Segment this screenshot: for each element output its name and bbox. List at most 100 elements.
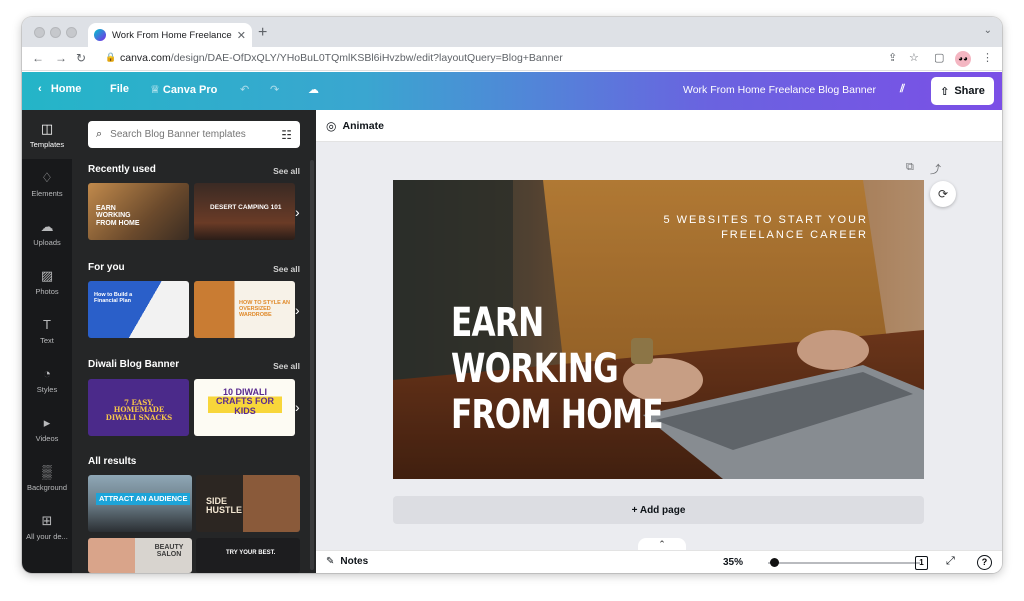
cloud-saved-icon[interactable]: ☁ <box>308 83 319 96</box>
template-thumb-financial[interactable]: How to Build a Financial Plan <box>88 281 189 338</box>
close-tab-icon[interactable]: ✕ <box>237 29 246 42</box>
template-thumb-try[interactable]: TRY YOUR BEST. <box>196 538 300 573</box>
uploads-icon: ☁ <box>40 218 54 234</box>
rail-item-uploads[interactable]: ☁ Uploads <box>22 208 72 257</box>
rail-item-text[interactable]: T Text <box>22 306 72 355</box>
tab-title: Work From Home Freelance Bl… <box>112 29 233 41</box>
template-thumb-snacks[interactable]: 7 EASY, HOMEMADE DIWALI SNACKS <box>88 379 189 436</box>
share-button[interactable]: ⇧ Share <box>931 77 994 105</box>
redo-icon[interactable]: ↷ <box>270 83 279 96</box>
search-icon: ⌕ <box>96 128 103 140</box>
rail-item-label: Uploads <box>33 237 61 247</box>
close-window-button[interactable] <box>34 27 45 38</box>
browser-window: Work From Home Freelance Bl… ✕ + ⌄ ← → ↻… <box>22 17 1002 573</box>
reload-icon[interactable]: ↻ <box>76 51 86 65</box>
duplicate-page-icon[interactable]: ⧉ <box>906 161 914 174</box>
background-icon: ▒ <box>42 463 52 479</box>
back-home-button[interactable]: ‹ Home <box>38 83 81 95</box>
zoom-slider[interactable] <box>768 558 920 567</box>
see-all-for-you[interactable]: See all <box>273 264 300 274</box>
context-toolbar: ◎ Animate <box>316 110 1002 142</box>
filter-icon[interactable]: ☷ <box>281 128 292 142</box>
notes-icon: ✎ <box>326 556 335 567</box>
template-thumb-salon[interactable]: BEAUTY SALON <box>88 538 192 573</box>
rail-item-all-your-de[interactable]: ⊞ All your de... <box>22 502 72 551</box>
lock-icon[interactable]: 🔒 <box>105 52 116 63</box>
rail-item-label: Styles <box>36 384 58 394</box>
chevron-right-icon[interactable]: › <box>295 399 300 415</box>
forward-icon[interactable]: → <box>55 51 67 65</box>
rail-item-elements[interactable]: ♢ Elements <box>22 159 72 208</box>
rail-item-styles[interactable]: ◔ Styles <box>22 355 72 404</box>
rail-item-background[interactable]: ▒ Background <box>22 453 72 502</box>
url-input[interactable]: canva.com/design/DAE-OfDxQLY/YHoBuL0TQml… <box>120 52 563 64</box>
fullscreen-icon[interactable]: ⤢ <box>946 555 955 568</box>
styles-icon: ◔ <box>43 365 51 381</box>
editor-area: ◎ Animate ⧉ ⤴ 5 WEBSITES TO START YOUR F… <box>316 110 1002 573</box>
animate-icon: ◎ <box>326 118 337 133</box>
template-thumb-audience[interactable]: ATTRACT AN AUDIENCE <box>88 475 192 532</box>
add-page-icon[interactable]: ⤴ <box>930 161 941 177</box>
all-designs-icon: ⊞ <box>41 512 53 528</box>
document-title[interactable]: Work From Home Freelance Blog Banner <box>683 84 876 96</box>
banner-headline[interactable]: EARN WORKING FROM HOME <box>451 300 664 438</box>
panel-scrollbar[interactable] <box>310 160 314 570</box>
insights-icon[interactable]: ⫽ <box>900 83 905 96</box>
see-all-diwali[interactable]: See all <box>273 361 300 371</box>
rail-item-label: All your de... <box>26 531 68 541</box>
show-pages-chevron-icon[interactable]: ⌃ <box>638 538 686 550</box>
new-tab-icon[interactable]: + <box>258 24 267 42</box>
file-menu-button[interactable]: File <box>110 83 129 95</box>
rail-item-label: Elements <box>31 188 63 198</box>
canva-pro-button[interactable]: ♕ Canva Pro <box>150 83 217 96</box>
notes-button[interactable]: ✎ Notes <box>326 556 368 567</box>
comment-add-icon[interactable]: ⟳ <box>930 181 956 207</box>
design-canvas[interactable]: 5 WEBSITES TO START YOUR FREELANCE CAREE… <box>393 180 924 479</box>
sidebar-icon[interactable]: ▢ <box>934 51 944 64</box>
template-thumb-crafts[interactable]: 10 DIWALI CRAFTS FOR KIDS <box>194 379 295 436</box>
rail-item-templates[interactable]: ◫ Templates <box>22 110 72 159</box>
minimize-window-button[interactable] <box>50 27 61 38</box>
elements-icon: ♢ <box>41 169 53 185</box>
banner-subheading[interactable]: 5 WEBSITES TO START YOUR FREELANCE CAREE… <box>664 213 869 243</box>
chevron-right-icon[interactable]: › <box>295 302 300 318</box>
share-icon: ⇧ <box>940 85 950 98</box>
profile-avatar[interactable]: ◕◕ <box>955 51 971 67</box>
see-all-recent[interactable]: See all <box>273 166 300 176</box>
add-page-button[interactable]: + Add page <box>393 496 924 524</box>
bookmark-star-icon[interactable]: ☆ <box>909 51 919 64</box>
side-rail: ◫ Templates ♢ Elements ☁ Uploads ▨ Photos T Text ◔… <box>22 110 72 573</box>
rail-item-videos[interactable]: ▸ Videos <box>22 404 72 453</box>
text-icon: T <box>43 316 51 332</box>
animate-button[interactable]: Animate <box>342 120 383 132</box>
bottom-bar: ✎ Notes 35% 1 ⤢ ? <box>316 550 1002 573</box>
template-thumb-earn[interactable]: EARN WORKING FROM HOME <box>88 183 189 240</box>
template-thumb-wardrobe[interactable]: HOW TO STYLE AN OVERSIZED WARDROBE <box>194 281 295 338</box>
tab-search-icon[interactable]: ⌄ <box>984 25 992 36</box>
videos-icon: ▸ <box>43 414 51 430</box>
rail-item-photos[interactable]: ▨ Photos <box>22 257 72 306</box>
rail-item-label: Text <box>40 335 54 345</box>
editor-header: ‹ Home File ♕ Canva Pro ↶ ↷ ☁ Work From … <box>22 72 1002 110</box>
section-diwali: Diwali Blog Banner <box>88 359 180 370</box>
address-bar: ← → ↻ 🔒 canva.com/design/DAE-OfDxQLY/YHo… <box>22 47 1002 71</box>
share-page-icon[interactable]: ⇪ <box>888 51 897 64</box>
maximize-window-button[interactable] <box>66 27 77 38</box>
more-menu-icon[interactable]: ⋮ <box>982 51 993 64</box>
photos-icon: ▨ <box>40 267 54 283</box>
rail-item-label: Templates <box>29 139 65 149</box>
help-button[interactable]: ? <box>977 555 992 570</box>
template-thumb-desert[interactable]: DESERT CAMPING 101 <box>194 183 295 240</box>
canva-favicon-icon <box>94 29 106 41</box>
zoom-slider-handle[interactable] <box>770 558 780 567</box>
templates-icon: ◫ <box>40 120 54 136</box>
chevron-right-icon[interactable]: › <box>295 204 300 220</box>
template-thumb-hustle[interactable]: SIDE HUSTLE <box>196 475 300 532</box>
browser-tab[interactable]: Work From Home Freelance Bl… ✕ <box>88 23 252 47</box>
template-search[interactable]: ⌕ ☷ <box>88 121 300 148</box>
back-icon[interactable]: ← <box>32 51 44 65</box>
page-count-button[interactable]: 1 <box>915 556 928 570</box>
undo-icon[interactable]: ↶ <box>240 83 249 96</box>
template-search-input[interactable] <box>110 129 282 140</box>
zoom-level[interactable]: 35% <box>723 557 743 568</box>
